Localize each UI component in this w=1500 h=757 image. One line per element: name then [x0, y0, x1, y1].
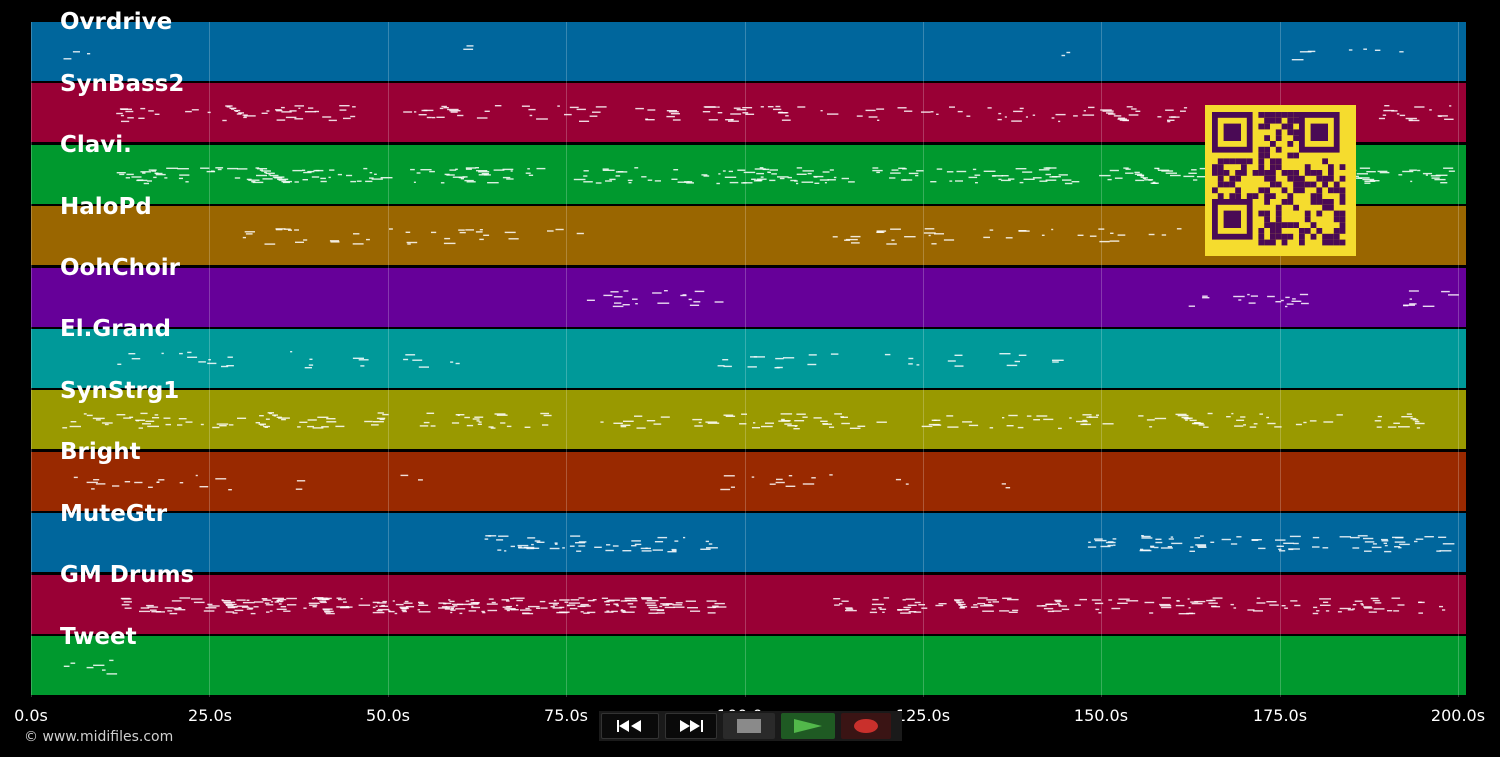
- tick-label: 150.0s: [1073, 706, 1129, 725]
- rewind-button[interactable]: [601, 713, 659, 739]
- track-ovrdrive[interactable]: [31, 22, 1466, 81]
- note-lane: [484, 535, 1455, 553]
- track-bright[interactable]: [31, 452, 1466, 511]
- qr-code-icon: [1205, 112, 1356, 260]
- qr-code[interactable]: [1205, 105, 1356, 256]
- track-name: HaloPd: [60, 194, 152, 220]
- tick-label: 25.0s: [188, 706, 232, 725]
- record-icon: [853, 718, 879, 734]
- track-name: Clavi.: [60, 132, 132, 158]
- track-name: SynBass2: [60, 71, 185, 97]
- track-name: MuteGtr: [60, 501, 168, 527]
- fast-forward-button[interactable]: [665, 713, 717, 739]
- track-name: Bright: [60, 439, 141, 465]
- note-lane: [62, 412, 1425, 430]
- tick-label: 125.0s: [895, 706, 951, 725]
- play-button[interactable]: [781, 713, 835, 739]
- track-name: Ovrdrive: [60, 9, 173, 35]
- tick-label: 75.0s: [544, 706, 588, 725]
- track-gm-drums[interactable]: [31, 575, 1466, 634]
- rewind-icon: [615, 718, 645, 734]
- track-name: Tweet: [60, 624, 137, 650]
- track-name: El.Grand: [60, 316, 171, 342]
- record-button[interactable]: [841, 713, 891, 739]
- play-icon: [793, 718, 823, 734]
- track-name: SynStrg1: [60, 378, 180, 404]
- note-lane: [586, 290, 1459, 308]
- note-lane: [73, 474, 1011, 491]
- track-mutegtr[interactable]: [31, 513, 1466, 572]
- track-synstrg1[interactable]: [31, 390, 1466, 449]
- note-lane: [63, 659, 118, 675]
- tick-label: 175.0s: [1252, 706, 1308, 725]
- copyright-text: © www.midifiles.com: [24, 729, 174, 745]
- fast-forward-icon: [676, 718, 706, 734]
- note-lane: [117, 351, 1064, 369]
- note-lane: [63, 45, 1404, 61]
- stop-icon: [737, 719, 761, 733]
- track-elgrand[interactable]: [31, 329, 1466, 388]
- note-lane: [120, 597, 1446, 615]
- track-oohchoir[interactable]: [31, 268, 1466, 327]
- tick-label: 50.0s: [366, 706, 410, 725]
- transport-bar: [599, 711, 902, 741]
- track-name: GM Drums: [60, 562, 195, 588]
- track-tweet[interactable]: [31, 636, 1466, 695]
- stop-button[interactable]: [723, 713, 775, 739]
- track-name: OohChoir: [60, 255, 181, 281]
- tick-label: 0.0s: [14, 706, 48, 725]
- tick-label: 200.0s: [1430, 706, 1486, 725]
